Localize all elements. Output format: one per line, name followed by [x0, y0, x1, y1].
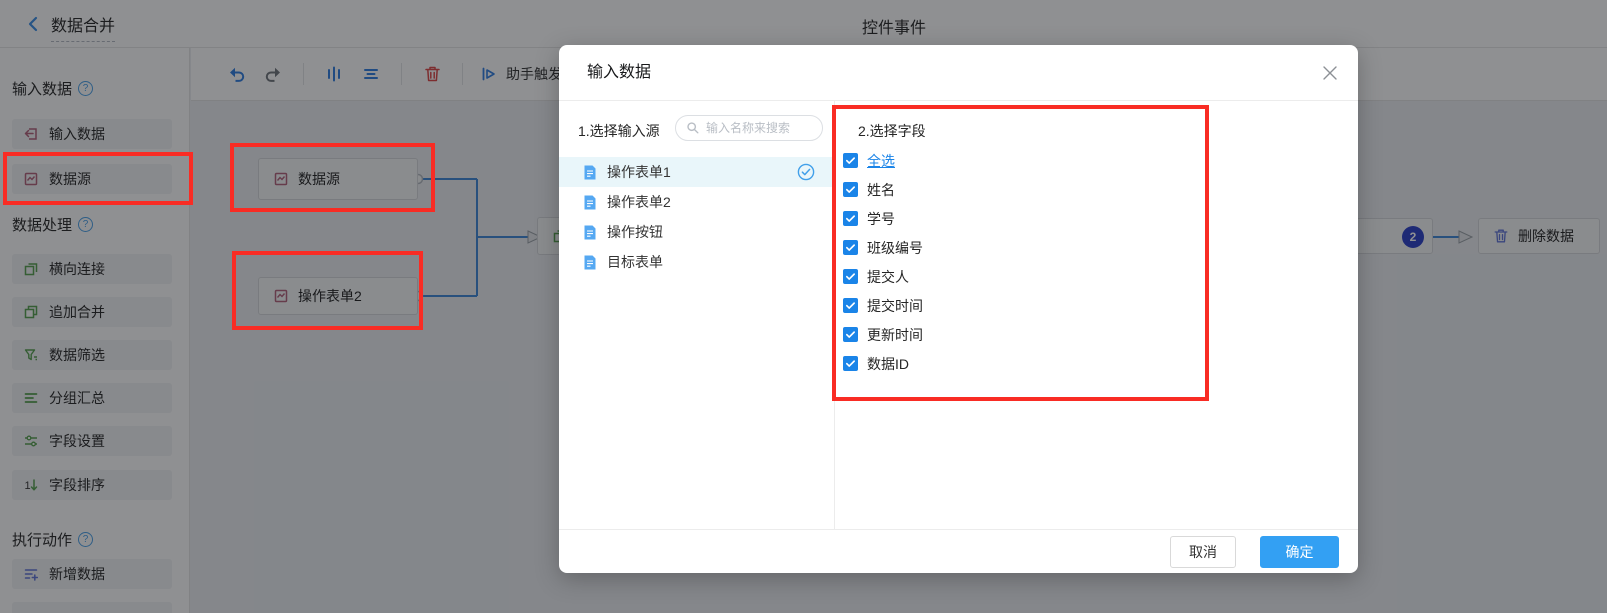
- input-data-modal: 输入数据 1.选择输入源 操作表单1 操作表单2: [559, 45, 1358, 573]
- search-icon: [686, 121, 700, 135]
- document-icon: [583, 255, 597, 270]
- source-list: 操作表单1 操作表单2 操作按钮 目标表单: [559, 157, 834, 277]
- step1-label: 1.选择输入源: [578, 121, 660, 141]
- checkbox-checked-icon[interactable]: [843, 356, 858, 371]
- document-icon: [583, 225, 597, 240]
- checkbox-checked-icon[interactable]: [843, 298, 858, 313]
- field-row[interactable]: 更新时间: [843, 320, 923, 349]
- checkbox-checked-icon[interactable]: [843, 182, 858, 197]
- modal-title: 输入数据: [587, 45, 651, 101]
- modal-footer: 取消 确定: [559, 529, 1358, 573]
- source-item-action-form-2[interactable]: 操作表单2: [559, 187, 834, 217]
- field-row[interactable]: 数据ID: [843, 349, 923, 378]
- search-input[interactable]: [706, 121, 806, 135]
- checkbox-checked-icon[interactable]: [843, 240, 858, 255]
- source-item-target-form[interactable]: 目标表单: [559, 247, 834, 277]
- cancel-button[interactable]: 取消: [1170, 536, 1236, 568]
- modal-header: 输入数据: [559, 45, 1358, 101]
- field-row[interactable]: 提交时间: [843, 291, 923, 320]
- field-row[interactable]: 提交人: [843, 262, 923, 291]
- checkbox-checked-icon[interactable]: [843, 327, 858, 342]
- close-button[interactable]: [1319, 62, 1341, 84]
- document-icon: [583, 165, 597, 180]
- confirm-button[interactable]: 确定: [1260, 536, 1339, 568]
- search-box[interactable]: [675, 115, 823, 141]
- field-row[interactable]: 班级编号: [843, 233, 923, 262]
- checkbox-checked-icon[interactable]: [843, 269, 858, 284]
- step2-label: 2.选择字段: [858, 121, 926, 141]
- selected-check-icon: [797, 163, 815, 181]
- app-window: 数据合并 控件事件 输入数据 ? 输入数据 数据源 数据处理 ?: [0, 0, 1607, 613]
- field-row[interactable]: 姓名: [843, 175, 923, 204]
- document-icon: [583, 195, 597, 210]
- column-divider: [834, 101, 835, 529]
- close-icon: [1322, 65, 1338, 81]
- checkbox-checked-icon[interactable]: [843, 211, 858, 226]
- field-select-all[interactable]: 全选: [843, 146, 923, 175]
- field-list: 全选 姓名 学号 班级编号 提交人 提交时间: [843, 146, 923, 378]
- checkbox-checked-icon[interactable]: [843, 153, 858, 168]
- field-row[interactable]: 学号: [843, 204, 923, 233]
- source-item-action-button[interactable]: 操作按钮: [559, 217, 834, 247]
- source-item-action-form-1[interactable]: 操作表单1: [559, 157, 834, 187]
